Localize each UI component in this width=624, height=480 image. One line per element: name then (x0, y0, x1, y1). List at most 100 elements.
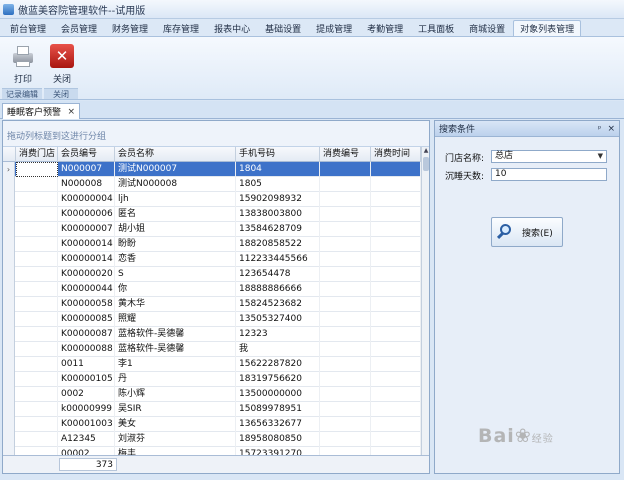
table-cell[interactable] (320, 252, 371, 267)
table-cell[interactable]: K00000087 (58, 327, 115, 342)
store-select[interactable]: 总店 ▼ (491, 150, 607, 163)
table-cell[interactable] (371, 207, 421, 222)
group-by-panel[interactable]: 拖动列标题到这进行分组 (3, 121, 429, 147)
table-cell[interactable]: 18958080850 (236, 432, 320, 447)
table-row[interactable]: A12345 刘淑芬 18958080850 (3, 432, 421, 447)
table-cell[interactable]: S (115, 267, 236, 282)
table-cell[interactable] (16, 162, 58, 177)
table-cell[interactable] (320, 222, 371, 237)
table-cell[interactable]: 18888886666 (236, 282, 320, 297)
table-cell[interactable]: 李1 (115, 357, 236, 372)
table-cell[interactable]: 12323 (236, 327, 320, 342)
table-cell[interactable]: k00000999 (58, 402, 115, 417)
table-cell[interactable]: 恋香 (115, 252, 236, 267)
menu-tab-4[interactable]: 报表中心 (207, 20, 257, 36)
table-cell[interactable]: 15089978951 (236, 402, 320, 417)
table-cell[interactable]: 蓝格软件-吴德馨 (115, 342, 236, 357)
table-cell[interactable]: K00000058 (58, 297, 115, 312)
search-button[interactable]: 搜索(E) (491, 217, 563, 247)
table-cell[interactable]: N000008 (58, 177, 115, 192)
table-cell[interactable]: 你 (115, 282, 236, 297)
table-cell[interactable] (320, 342, 371, 357)
table-cell[interactable]: K00000085 (58, 312, 115, 327)
scroll-up-icon[interactable]: ▲ (422, 147, 430, 156)
table-cell[interactable] (16, 447, 58, 455)
table-cell[interactable]: 13584628709 (236, 222, 320, 237)
menu-tab-2[interactable]: 财务管理 (105, 20, 155, 36)
table-cell[interactable] (320, 162, 371, 177)
table-cell[interactable]: K00000020 (58, 267, 115, 282)
table-cell[interactable]: 123654478 (236, 267, 320, 282)
table-cell[interactable]: 00002 (58, 447, 115, 455)
table-row[interactable]: 0011 李1 15622287820 (3, 357, 421, 372)
table-cell[interactable] (16, 357, 58, 372)
table-cell[interactable] (16, 327, 58, 342)
table-cell[interactable] (371, 417, 421, 432)
table-cell[interactable] (371, 342, 421, 357)
table-cell[interactable] (320, 402, 371, 417)
table-cell[interactable] (16, 282, 58, 297)
table-cell[interactable] (16, 252, 58, 267)
table-row[interactable]: k00000999 吴SIR 15089978951 (3, 402, 421, 417)
table-cell[interactable]: K00000014 (58, 252, 115, 267)
table-row[interactable]: K00000105 丹 18319756620 (3, 372, 421, 387)
table-cell[interactable]: 13838003800 (236, 207, 320, 222)
sleep-days-input[interactable]: 10 (491, 168, 607, 181)
chevron-down-icon[interactable]: ▼ (598, 151, 603, 162)
table-cell[interactable]: 112233445566 (236, 252, 320, 267)
column-header[interactable]: 消费时间 (371, 147, 421, 162)
table-cell[interactable] (320, 207, 371, 222)
menu-tab-6[interactable]: 提成管理 (309, 20, 359, 36)
table-cell[interactable] (16, 297, 58, 312)
table-cell[interactable] (16, 417, 58, 432)
table-cell[interactable]: 匿名 (115, 207, 236, 222)
table-row[interactable]: K00000020 S 123654478 (3, 267, 421, 282)
table-cell[interactable] (371, 192, 421, 207)
table-row[interactable]: K00000004 ljh 15902098932 (3, 192, 421, 207)
table-row[interactable]: 0002 陈小辉 13500000000 (3, 387, 421, 402)
table-cell[interactable]: 胡小姐 (115, 222, 236, 237)
table-cell[interactable] (16, 267, 58, 282)
column-header[interactable]: 消费门店 (16, 147, 58, 162)
table-cell[interactable] (16, 312, 58, 327)
table-cell[interactable]: N000007 (58, 162, 115, 177)
column-header[interactable]: 会员编号 (58, 147, 115, 162)
close-button[interactable]: ✕ 关闭 (45, 41, 79, 85)
table-row[interactable]: K00000014 盼盼 18820858522 (3, 237, 421, 252)
scroll-thumb[interactable] (423, 157, 429, 171)
table-cell[interactable]: K00000105 (58, 372, 115, 387)
table-cell[interactable] (371, 162, 421, 177)
table-cell[interactable] (371, 372, 421, 387)
table-cell[interactable]: 吴SIR (115, 402, 236, 417)
table-cell[interactable]: 15622287820 (236, 357, 320, 372)
table-cell[interactable]: 15723391270 (236, 447, 320, 455)
column-header[interactable]: 手机号码 (236, 147, 320, 162)
table-cell[interactable]: 15902098932 (236, 192, 320, 207)
panel-close-icon[interactable]: × (607, 124, 615, 134)
table-cell[interactable]: K00001003 (58, 417, 115, 432)
table-cell[interactable] (371, 237, 421, 252)
menu-tab-10[interactable]: 对象列表管理 (513, 20, 582, 36)
menu-tab-0[interactable]: 前台管理 (3, 20, 53, 36)
table-cell[interactable] (320, 387, 371, 402)
table-cell[interactable]: K00000044 (58, 282, 115, 297)
table-cell[interactable] (16, 207, 58, 222)
table-cell[interactable] (16, 177, 58, 192)
table-cell[interactable]: 测试N000007 (115, 162, 236, 177)
table-row[interactable]: K00000006 匿名 13838003800 (3, 207, 421, 222)
table-cell[interactable] (16, 372, 58, 387)
table-cell[interactable]: 盼盼 (115, 237, 236, 252)
table-cell[interactable]: 0002 (58, 387, 115, 402)
table-row[interactable]: K00000058 黄木华 15824523682 (3, 297, 421, 312)
table-cell[interactable]: K00000004 (58, 192, 115, 207)
table-cell[interactable] (320, 177, 371, 192)
pin-icon[interactable]: ᵖ (598, 124, 601, 133)
table-cell[interactable]: 0011 (58, 357, 115, 372)
table-cell[interactable]: ljh (115, 192, 236, 207)
table-cell[interactable] (320, 282, 371, 297)
table-row[interactable]: K00000014 恋香 112233445566 (3, 252, 421, 267)
table-cell[interactable] (371, 282, 421, 297)
table-cell[interactable]: 18820858522 (236, 237, 320, 252)
table-row[interactable]: › N000007 测试N000007 1804 (3, 162, 421, 177)
table-cell[interactable] (320, 417, 371, 432)
